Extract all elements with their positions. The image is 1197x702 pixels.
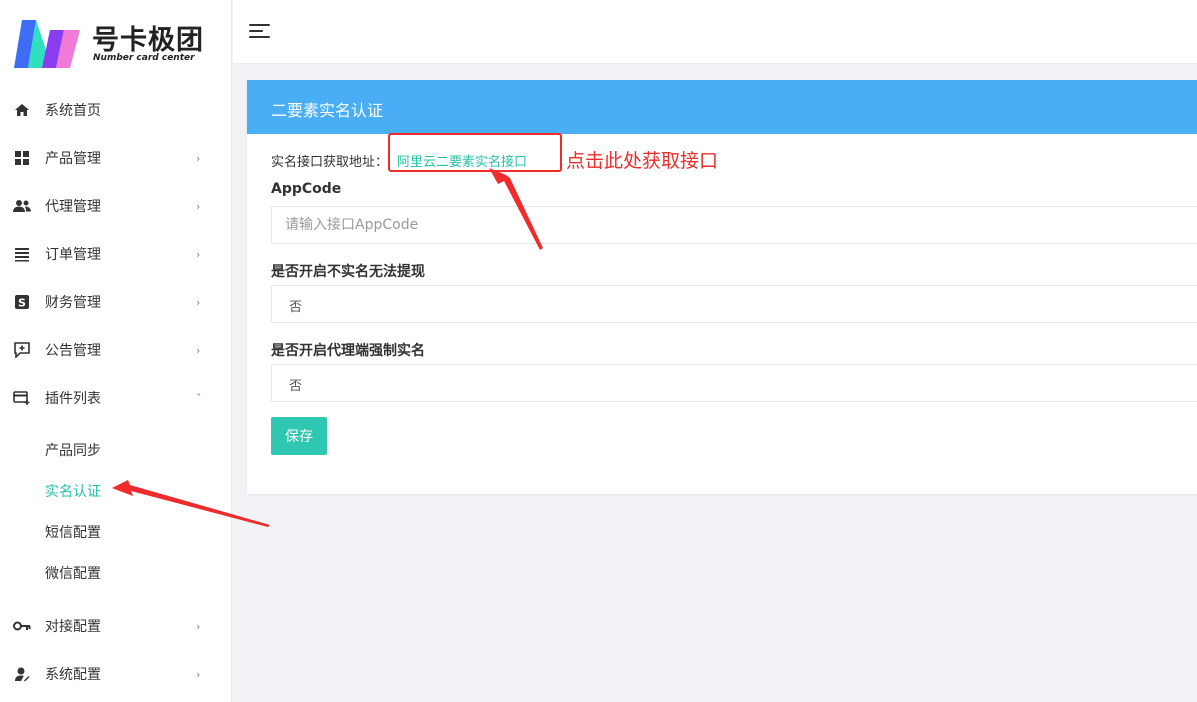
sidebar-item-label: 系统首页	[45, 103, 101, 119]
sidebar-item-system-settings[interactable]: 系统配置 ›	[0, 654, 232, 694]
sidebar-item-label: 对接配置	[45, 619, 101, 635]
chevron-right-icon: ›	[196, 619, 201, 633]
sidebar-subitem-product-sync[interactable]: 产品同步	[0, 433, 232, 467]
dollar-icon: S	[13, 293, 31, 311]
brand-logo[interactable]: 号卡极团 Number card center	[12, 14, 222, 72]
chevron-right-icon: ›	[196, 247, 201, 261]
top-header	[233, 0, 1197, 64]
sidebar-item-finance[interactable]: S 财务管理 ›	[0, 282, 232, 322]
chevron-down-icon: ˇ	[196, 391, 202, 405]
appcode-field-wrapper	[271, 206, 1197, 244]
sidebar-subitem-label: 实名认证	[45, 484, 101, 500]
sidebar-subitem-label: 微信配置	[45, 566, 101, 582]
sidebar-item-plugins[interactable]: 插件列表 ˇ	[0, 378, 232, 418]
save-button[interactable]: 保存	[271, 417, 327, 455]
sidebar-item-label: 产品管理	[45, 151, 101, 167]
card-header: 二要素实名认证	[247, 80, 1197, 134]
sidebar-item-agents[interactable]: 代理管理 ›	[0, 186, 232, 226]
chevron-right-icon: ›	[196, 667, 201, 681]
appcode-label: AppCode	[271, 181, 342, 197]
agent-force-select-value: 否	[289, 379, 303, 394]
user-settings-icon	[13, 665, 31, 683]
users-icon	[13, 197, 31, 215]
sidebar-subitem-sms[interactable]: 短信配置	[0, 515, 232, 549]
brand-title: 号卡极团	[92, 25, 204, 56]
sidebar-item-label: 代理管理	[45, 199, 101, 215]
api-address-label: 实名接口获取地址：	[271, 155, 389, 170]
home-icon	[13, 101, 31, 119]
logo-mark-icon	[14, 20, 80, 68]
chevron-right-icon: ›	[196, 295, 201, 309]
sidebar-item-announcements[interactable]: 公告管理 ›	[0, 330, 232, 370]
agent-force-label: 是否开启代理端强制实名	[271, 343, 425, 359]
annotation-text: 点击此处获取接口	[566, 150, 719, 172]
sidebar-item-label: 财务管理	[45, 295, 101, 311]
sidebar-subitem-wechat[interactable]: 微信配置	[0, 556, 232, 590]
announcement-icon	[13, 341, 31, 359]
annotation-highlight-box	[388, 133, 562, 172]
sidebar: 号卡极团 Number card center 系统首页 产品管理 › 代理管理…	[0, 0, 232, 702]
brand-subtitle: Number card center	[93, 53, 195, 63]
sidebar-item-orders[interactable]: 订单管理 ›	[0, 234, 232, 274]
sidebar-item-integration[interactable]: 对接配置 ›	[0, 606, 232, 646]
sidebar-item-label: 系统配置	[45, 667, 101, 683]
chevron-right-icon: ›	[196, 151, 201, 165]
sidebar-item-label: 订单管理	[45, 247, 101, 263]
card-title: 二要素实名认证	[271, 101, 384, 120]
sidebar-subitem-label: 产品同步	[45, 443, 101, 459]
chevron-right-icon: ›	[196, 199, 201, 213]
sidebar-item-label: 公告管理	[45, 343, 101, 359]
appcode-input[interactable]	[272, 207, 1197, 243]
sidebar-item-label: 插件列表	[45, 391, 101, 407]
agent-force-select[interactable]: 否	[271, 364, 1197, 402]
withdraw-select-value: 否	[289, 300, 303, 315]
sidebar-subitem-label: 短信配置	[45, 525, 101, 541]
svg-text:S: S	[18, 297, 26, 310]
sidebar-item-products[interactable]: 产品管理 ›	[0, 138, 232, 178]
chevron-right-icon: ›	[196, 343, 201, 357]
grid-icon	[13, 149, 31, 167]
sidebar-subitem-realname[interactable]: 实名认证	[0, 474, 232, 508]
sidebar-item-home[interactable]: 系统首页	[0, 90, 232, 130]
key-icon	[13, 617, 31, 635]
withdraw-toggle-label: 是否开启不实名无法提现	[271, 264, 425, 280]
withdraw-select[interactable]: 否	[271, 285, 1197, 323]
plugin-icon	[13, 389, 31, 407]
list-icon	[13, 245, 31, 263]
menu-toggle-icon[interactable]	[249, 22, 271, 40]
